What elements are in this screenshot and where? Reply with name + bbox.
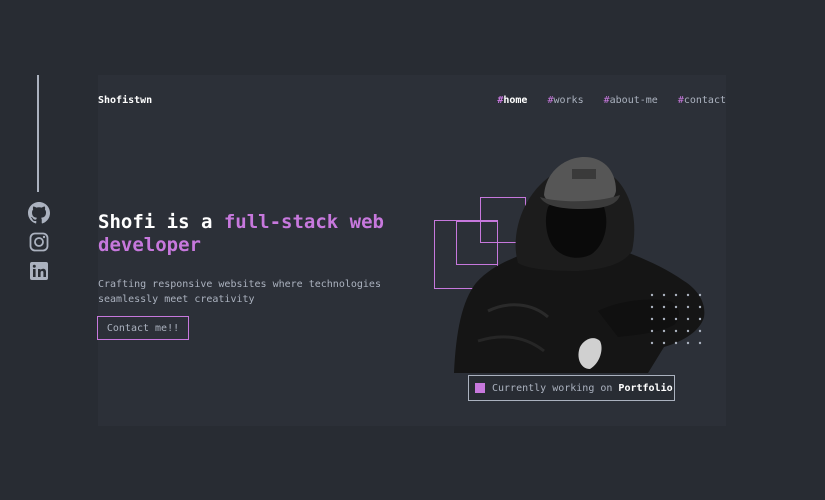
nav-item-about-me[interactable]: #about-me [604, 95, 658, 106]
hero-subtext: Crafting responsive websites where techn… [98, 279, 381, 305]
nav-item-contact[interactable]: #contact [678, 95, 726, 106]
status-prefix: Currently working on [492, 382, 613, 394]
main-nav: #home #works #about-me #contact [497, 95, 726, 106]
status-box: Currently working on Portfolio [468, 375, 675, 401]
contact-me-button[interactable]: Contact me!! [97, 316, 189, 340]
linkedin-icon [30, 262, 48, 280]
status-project: Portfolio [618, 382, 673, 394]
github-icon [28, 202, 50, 224]
github-link[interactable] [28, 202, 50, 224]
nav-label: works [553, 95, 584, 106]
nav-item-home[interactable]: #home [497, 95, 527, 106]
instagram-link[interactable] [28, 231, 50, 253]
dots-pattern [650, 293, 702, 345]
social-rail-line [37, 75, 39, 192]
nav-item-works[interactable]: #works [547, 95, 583, 106]
nav-label: home [503, 95, 528, 106]
nav-label: about-me [609, 95, 658, 106]
linkedin-link[interactable] [28, 260, 50, 282]
instagram-icon [29, 232, 49, 252]
hero-headline: Shofi is a full-stack web developer [98, 211, 398, 257]
status-square-icon [475, 383, 485, 393]
brand-logo[interactable]: Shofistwn [98, 95, 152, 106]
headline-prefix: Shofi is a [98, 211, 224, 233]
hero-card: Shofistwn #home #works #about-me #contac… [97, 75, 726, 426]
nav-label: contact [683, 95, 726, 106]
